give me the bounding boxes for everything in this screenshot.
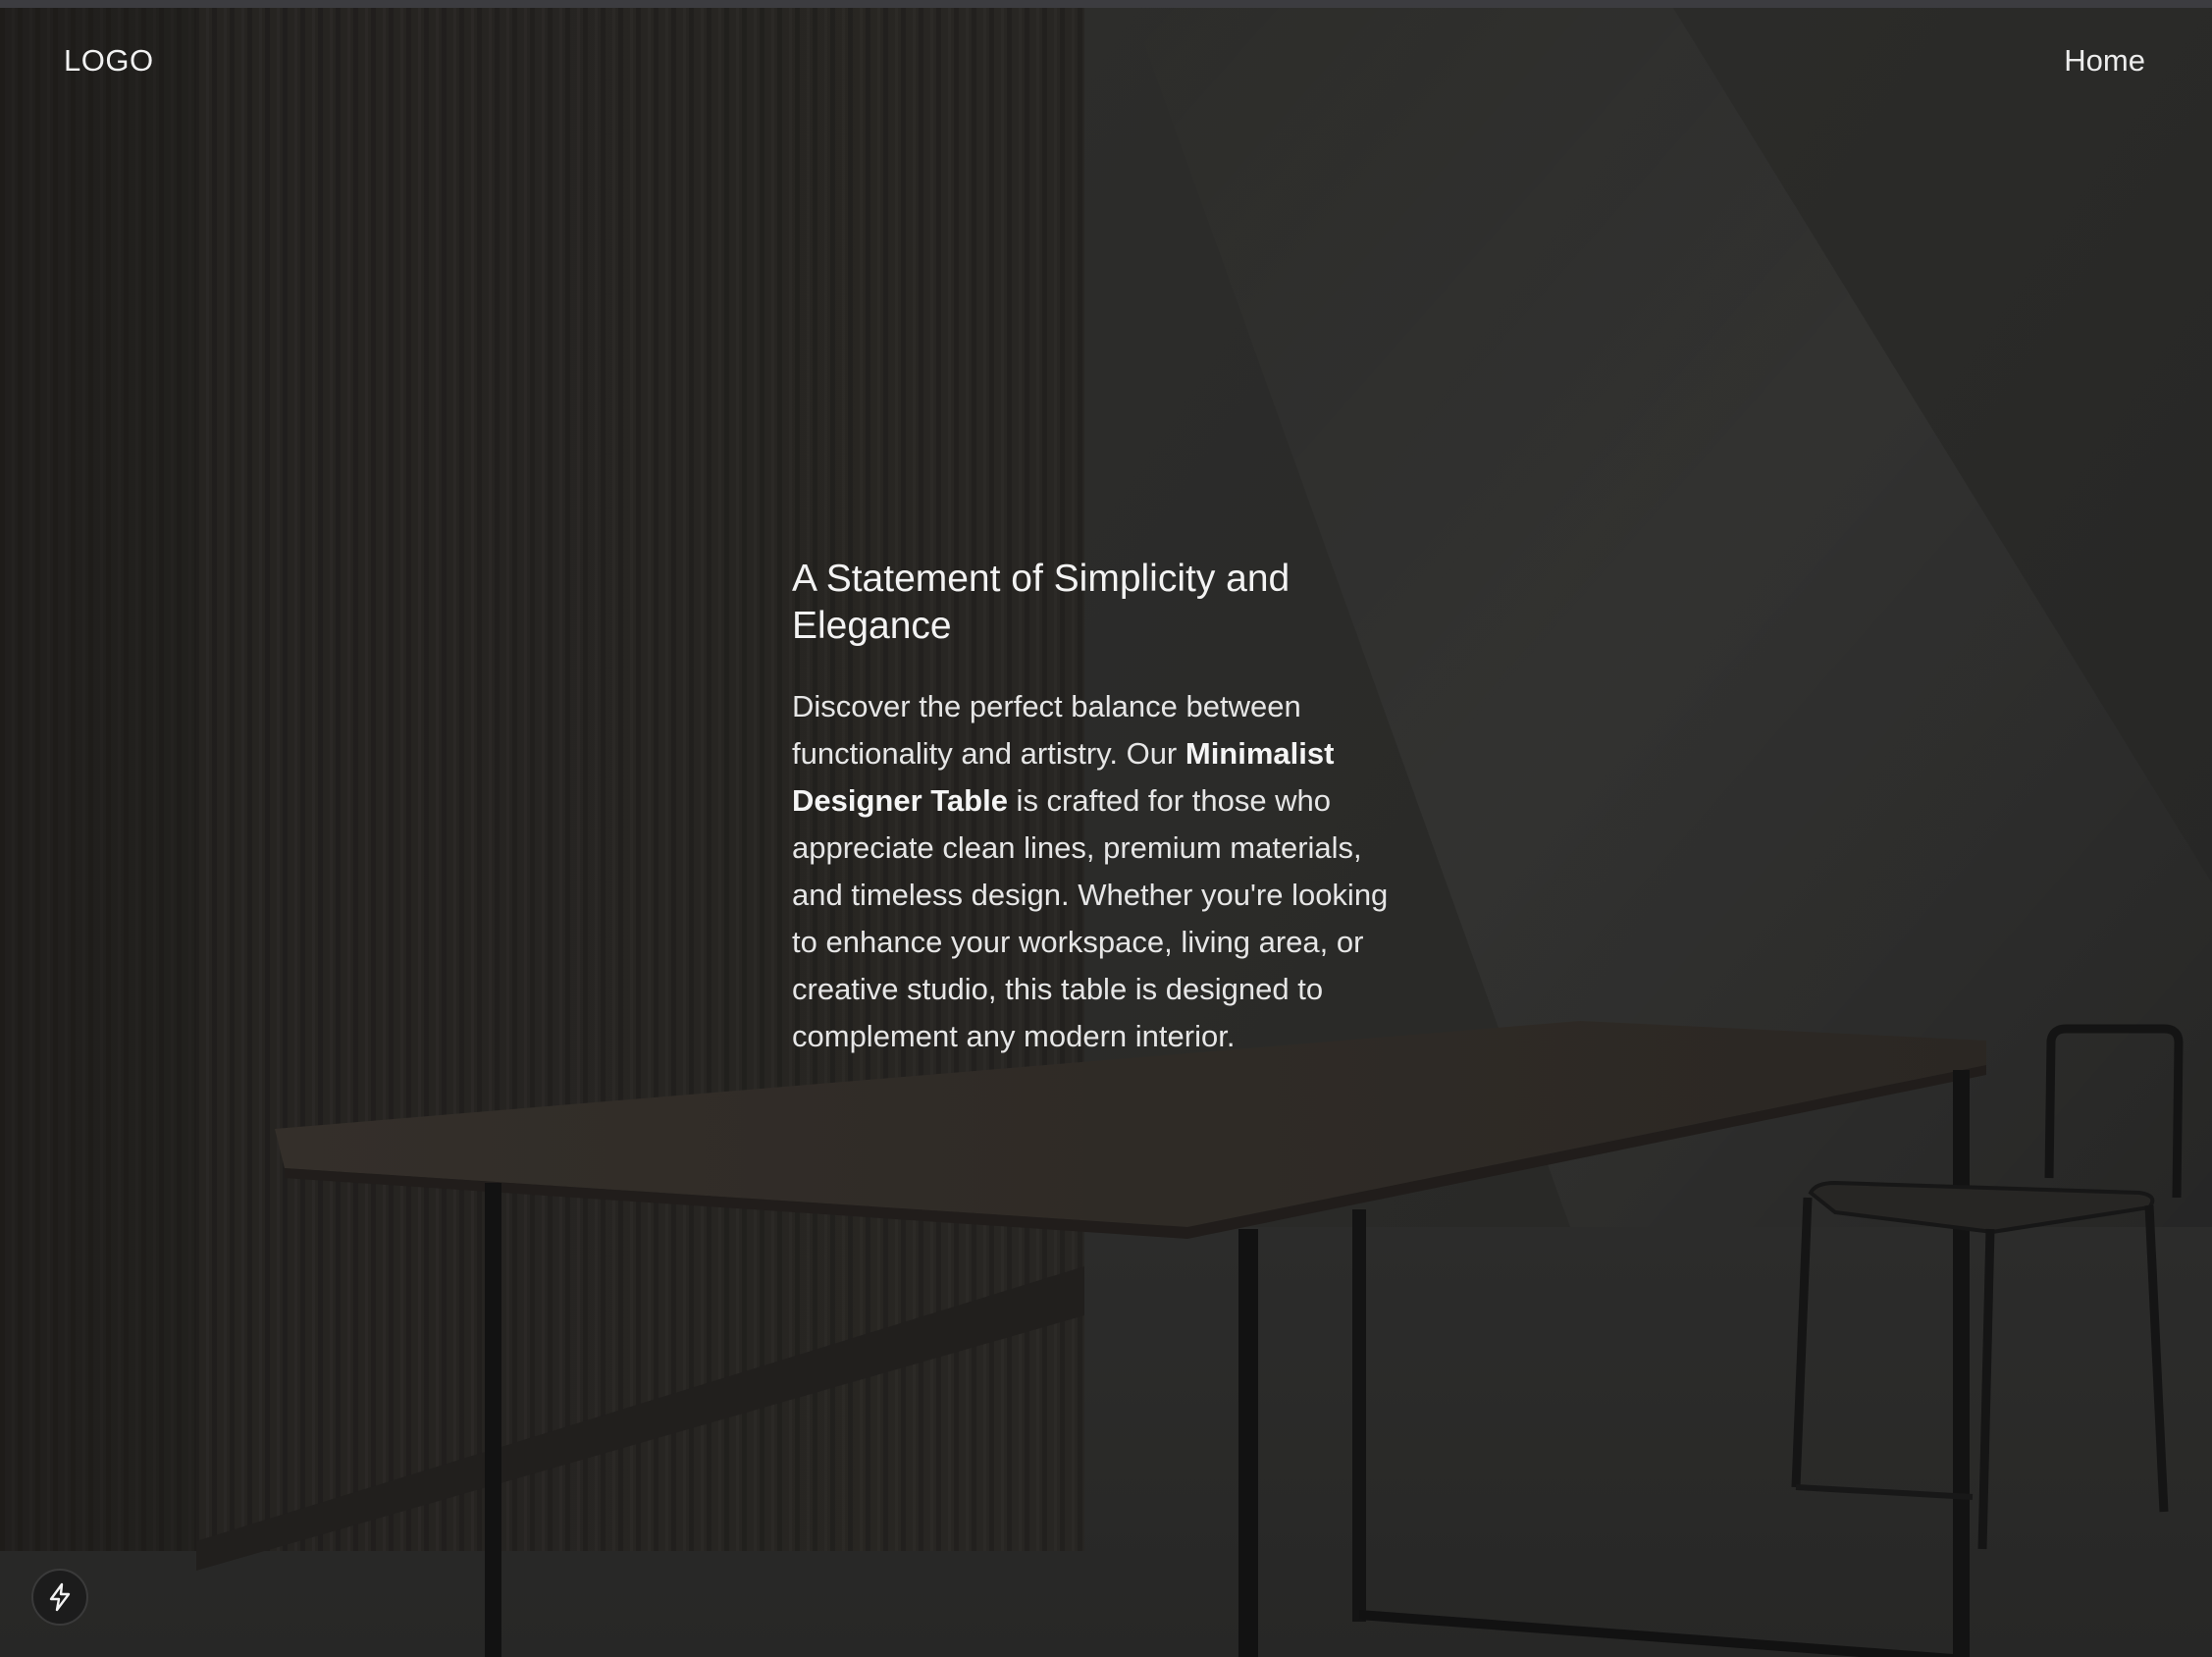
hero-description: Discover the perfect balance between fun… [792, 683, 1420, 1060]
nav-link-home[interactable]: Home [2064, 43, 2145, 79]
lightning-bolt-icon [49, 1582, 71, 1612]
window-top-edge [0, 0, 2212, 8]
hero-background: LOGO Home A Statement of Simplicity and … [0, 0, 2212, 1657]
hero-content: A Statement of Simplicity and Elegance D… [792, 556, 1420, 1060]
hero-description-rest: is crafted for those who appreciate clea… [792, 783, 1389, 1053]
hero-headline: A Statement of Simplicity and Elegance [792, 558, 1290, 647]
site-logo[interactable]: LOGO [64, 43, 154, 79]
floating-action-badge[interactable] [31, 1569, 88, 1626]
